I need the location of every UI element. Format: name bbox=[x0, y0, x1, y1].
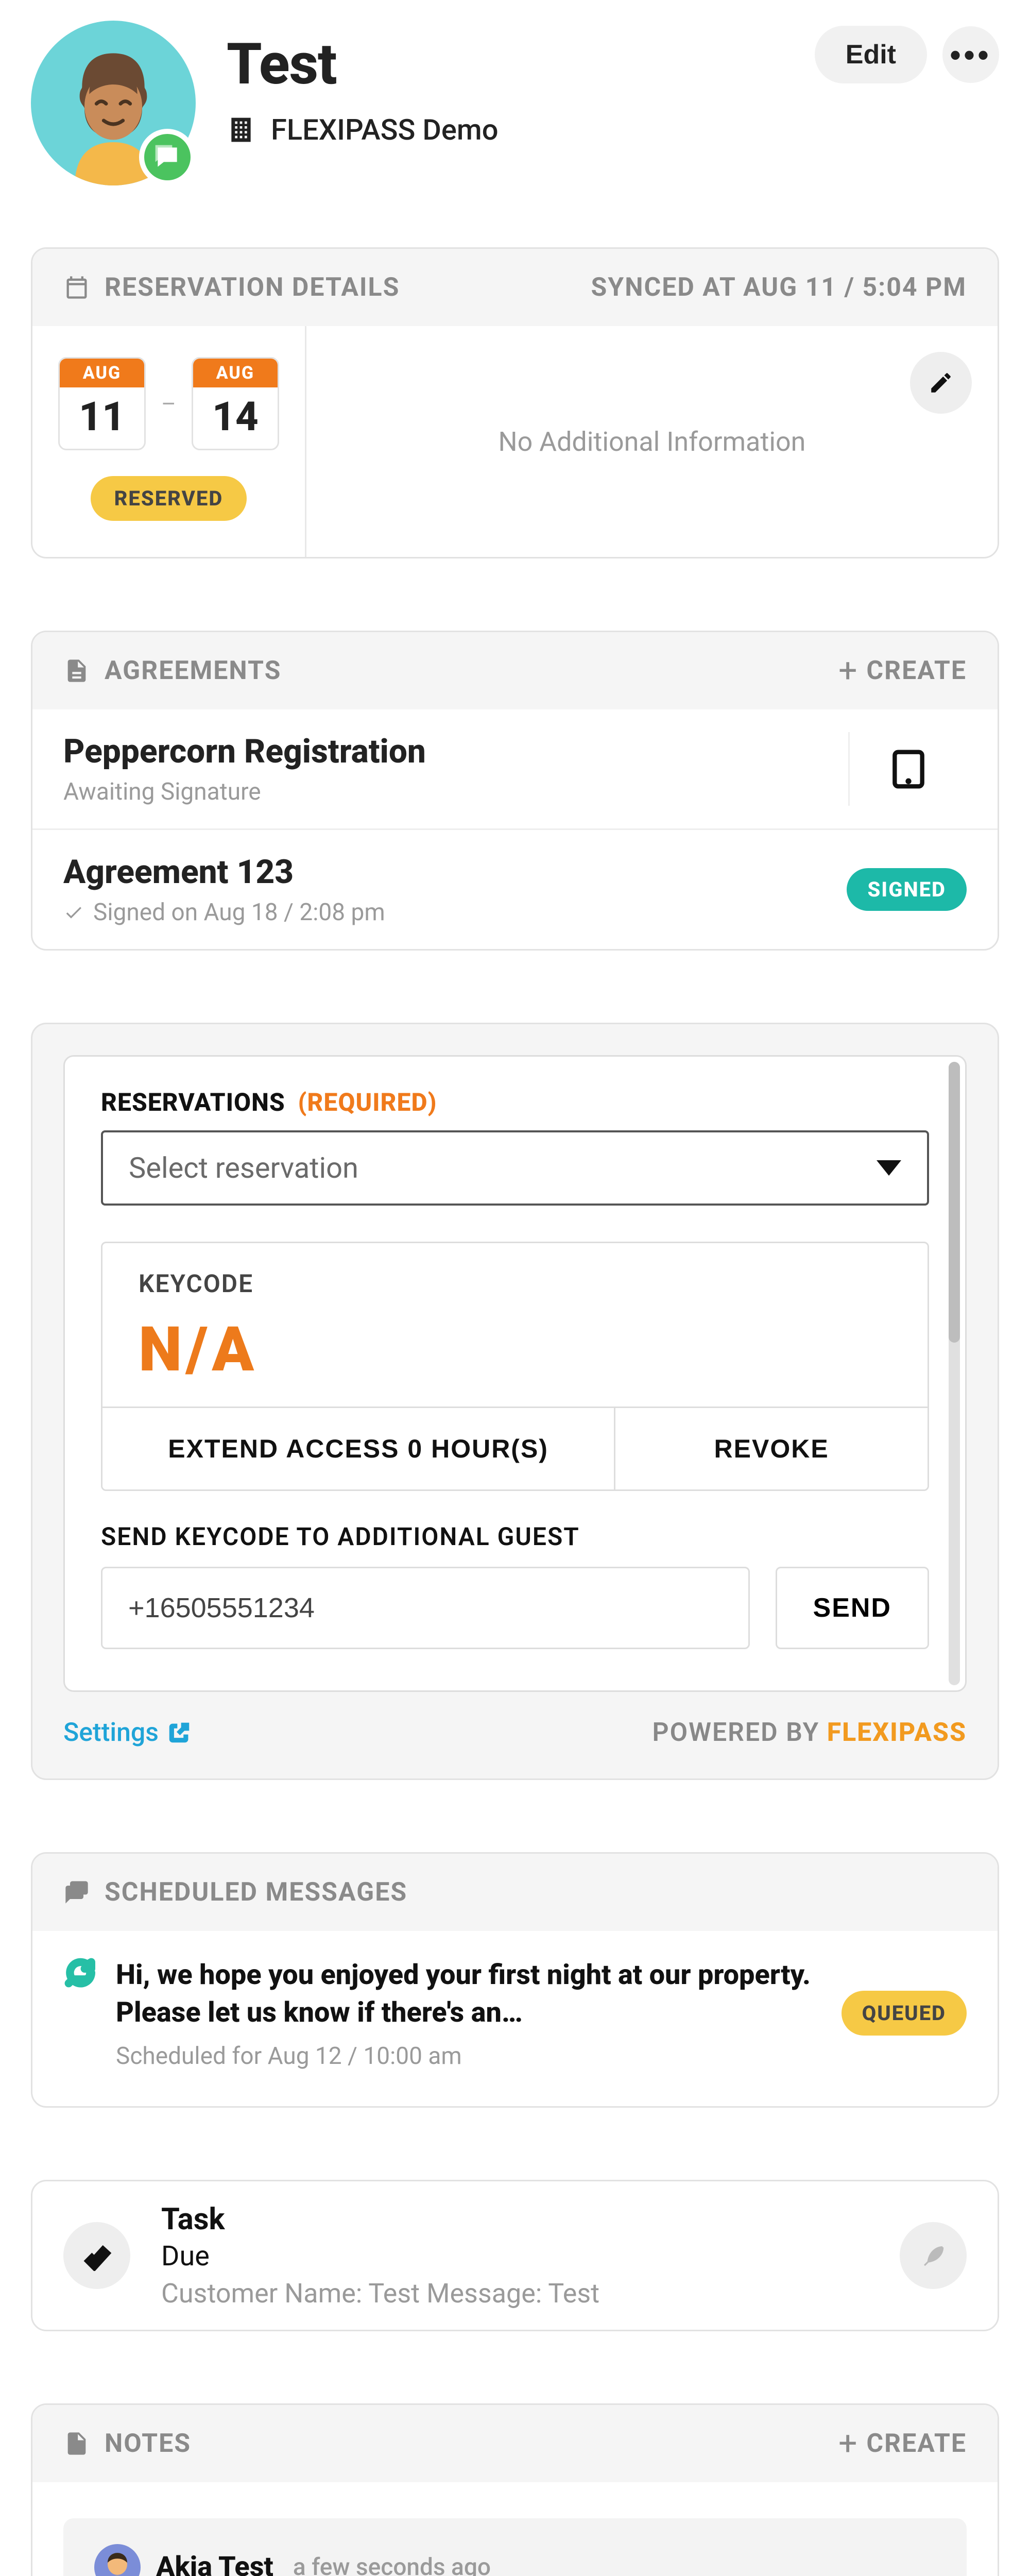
feather-icon bbox=[919, 2242, 947, 2269]
task-meta: Customer Name: Test Message: Test bbox=[161, 2278, 869, 2309]
extend-access-button[interactable]: EXTEND ACCESS 0 HOUR(S) bbox=[102, 1408, 614, 1489]
reservation-details-card: RESERVATION DETAILS SYNCED AT AUG 11 / 5… bbox=[31, 247, 999, 558]
building-icon bbox=[227, 115, 255, 144]
signed-badge: SIGNED bbox=[847, 868, 967, 911]
notes-section-title: NOTES bbox=[105, 2429, 191, 2459]
send-button[interactable]: SEND bbox=[776, 1567, 929, 1649]
document-icon bbox=[63, 657, 90, 684]
end-date: AUG 14 bbox=[192, 357, 279, 450]
plus-icon: + bbox=[838, 663, 858, 679]
agreements-list: Peppercorn Registration Awaiting Signatu… bbox=[32, 709, 998, 949]
create-agreement-button[interactable]: + CREATE bbox=[838, 656, 967, 686]
chat-bubbles-icon bbox=[63, 1879, 90, 1906]
check-icon bbox=[81, 2240, 112, 2271]
company-row: FLEXIPASS Demo bbox=[227, 113, 784, 147]
settings-link[interactable]: Settings bbox=[63, 1718, 191, 1748]
note-author-name: Akia Test bbox=[156, 2551, 273, 2576]
send-keycode-section: SEND KEYCODE TO ADDITIONAL GUEST SEND bbox=[101, 1522, 929, 1649]
powered-by: POWERED BY FLEXIPASS bbox=[653, 1718, 967, 1748]
avatar bbox=[31, 21, 196, 185]
revoke-button[interactable]: REVOKE bbox=[614, 1408, 928, 1489]
keycode-box: KEYCODE N/A EXTEND ACCESS 0 HOUR(S) REVO… bbox=[101, 1242, 929, 1491]
reservation-status-badge: RESERVED bbox=[91, 476, 247, 521]
external-link-icon bbox=[168, 1721, 191, 1744]
agreement-title: Agreement 123 bbox=[63, 853, 826, 891]
header-actions: Edit ••• bbox=[815, 21, 999, 83]
agreements-card-header: AGREEMENTS + CREATE bbox=[32, 632, 998, 709]
device-action[interactable] bbox=[848, 732, 967, 806]
queued-badge: QUEUED bbox=[842, 1991, 967, 2036]
chat-status-icon bbox=[139, 129, 196, 185]
keycode-label: KEYCODE bbox=[139, 1269, 891, 1298]
sync-time: SYNCED AT AUG 11 / 5:04 PM bbox=[591, 273, 967, 302]
scheduled-message-row[interactable]: Hi, we hope you enjoyed your first night… bbox=[32, 1931, 998, 2106]
plus-icon: + bbox=[838, 2435, 858, 2452]
send-keycode-label: SEND KEYCODE TO ADDITIONAL GUEST bbox=[101, 1522, 929, 1551]
agreement-title: Peppercorn Registration bbox=[63, 732, 828, 771]
task-action-button[interactable] bbox=[900, 2222, 967, 2289]
tablet-icon bbox=[888, 749, 929, 790]
reservations-label: RESERVATIONS bbox=[101, 1088, 285, 1117]
note-item: Akia Test a few seconds ago This is a no… bbox=[63, 2518, 967, 2576]
more-icon: ••• bbox=[950, 37, 991, 73]
flexipass-card: RESERVATIONS (REQUIRED) Select reservati… bbox=[31, 1023, 999, 1780]
message-icon bbox=[63, 1957, 95, 1995]
notes-card: NOTES + CREATE Akia Test a few seconds a… bbox=[31, 2403, 999, 2576]
scheduled-messages-card: SCHEDULED MESSAGES Hi, we hope you enjoy… bbox=[31, 1852, 999, 2108]
chevron-down-icon bbox=[877, 1160, 901, 1176]
edit-button[interactable]: Edit bbox=[815, 26, 927, 83]
reservation-card-header: RESERVATION DETAILS SYNCED AT AUG 11 / 5… bbox=[32, 249, 998, 326]
calendar-icon bbox=[63, 274, 90, 301]
scheduled-section-title: SCHEDULED MESSAGES bbox=[105, 1877, 407, 1907]
agreement-row[interactable]: Agreement 123 Signed on Aug 18 / 2:08 pm… bbox=[32, 828, 998, 949]
reservation-dates: AUG 11 – AUG 14 RESERVED bbox=[32, 326, 306, 557]
date-separator: – bbox=[161, 391, 176, 417]
task-title: Task bbox=[161, 2202, 869, 2237]
reservation-empty-text: No Additional Information bbox=[499, 426, 806, 457]
agreements-card: AGREEMENTS + CREATE Peppercorn Registrat… bbox=[31, 631, 999, 951]
agreement-row[interactable]: Peppercorn Registration Awaiting Signatu… bbox=[32, 709, 998, 828]
scheduled-message-text: Hi, we hope you enjoyed your first night… bbox=[116, 1957, 821, 2032]
note-icon bbox=[63, 2430, 90, 2457]
flexipass-footer: Settings POWERED BY FLEXIPASS bbox=[63, 1718, 967, 1748]
scrollbar[interactable] bbox=[949, 1062, 960, 1685]
task-due: Due bbox=[161, 2240, 869, 2273]
scheduled-card-header: SCHEDULED MESSAGES bbox=[32, 1854, 998, 1931]
keycode-value: N/A bbox=[139, 1314, 891, 1386]
agreements-section-title: AGREEMENTS bbox=[105, 656, 281, 686]
task-main: Task Due Customer Name: Test Message: Te… bbox=[161, 2202, 869, 2309]
reservations-field: RESERVATIONS (REQUIRED) Select reservati… bbox=[101, 1088, 929, 1206]
header-title-block: Test FLEXIPASS Demo bbox=[227, 21, 784, 147]
edit-reservation-button[interactable] bbox=[910, 352, 972, 414]
task-card[interactable]: Task Due Customer Name: Test Message: Te… bbox=[31, 2180, 999, 2331]
agreement-subtitle: Awaiting Signature bbox=[63, 778, 828, 806]
agreement-subtitle: Signed on Aug 18 / 2:08 pm bbox=[63, 899, 826, 926]
company-name: FLEXIPASS Demo bbox=[271, 113, 498, 147]
guest-name: Test bbox=[227, 31, 784, 97]
task-complete-button[interactable] bbox=[63, 2222, 130, 2289]
reservation-select[interactable]: Select reservation bbox=[101, 1130, 929, 1206]
flexipass-panel: RESERVATIONS (REQUIRED) Select reservati… bbox=[63, 1055, 967, 1692]
phone-input[interactable] bbox=[101, 1567, 750, 1649]
select-placeholder: Select reservation bbox=[129, 1151, 358, 1185]
notes-card-header: NOTES + CREATE bbox=[32, 2405, 998, 2482]
notes-list: Akia Test a few seconds ago This is a no… bbox=[32, 2482, 998, 2576]
start-date: AUG 11 bbox=[58, 357, 146, 450]
create-note-button[interactable]: + CREATE bbox=[838, 2429, 967, 2459]
scheduled-time: Scheduled for Aug 12 / 10:00 am bbox=[116, 2042, 821, 2070]
profile-header: Test FLEXIPASS Demo Edit ••• bbox=[31, 21, 999, 185]
more-button[interactable]: ••• bbox=[942, 26, 999, 83]
note-author-avatar bbox=[94, 2544, 141, 2576]
check-icon bbox=[63, 902, 84, 923]
note-timestamp: a few seconds ago bbox=[293, 2553, 491, 2576]
reservation-section-title: RESERVATION DETAILS bbox=[105, 273, 400, 302]
required-label: (REQUIRED) bbox=[291, 1088, 437, 1117]
reservation-info: No Additional Information bbox=[306, 326, 998, 557]
pencil-icon bbox=[928, 370, 954, 396]
